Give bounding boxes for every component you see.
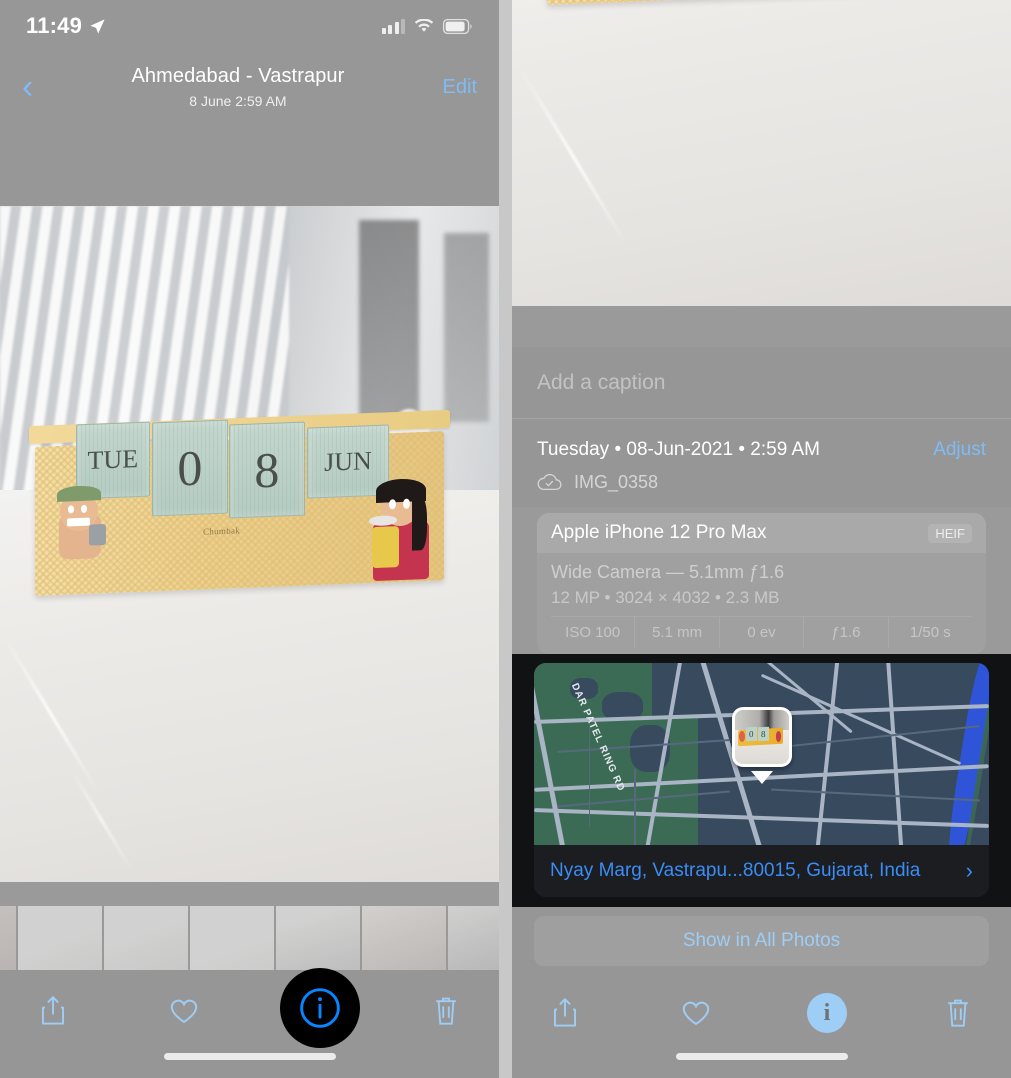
pin-frame: 0 8 (731, 706, 792, 767)
info-icon (300, 988, 340, 1028)
bottom-toolbar-left (0, 970, 499, 1078)
thumbnail-item[interactable] (0, 906, 16, 970)
thumbnail-item[interactable] (190, 906, 274, 970)
photo-thumbnail-strip[interactable] (0, 906, 499, 970)
share-button[interactable] (30, 988, 76, 1034)
back-button[interactable]: ‹ (22, 70, 33, 104)
photo-date: Tuesday • 08-Jun-2021 • 2:59 AM (537, 439, 820, 460)
page-subtitle: 8 June 2:59 AM (189, 93, 287, 109)
status-bar: 11:49 (0, 0, 499, 52)
exif-details: Wide Camera — 5.1mm ƒ1.6 12 MP • 3024 × … (537, 553, 986, 654)
exif-stats-row: ISO 100 5.1 mm 0 ev ƒ1.6 1/50 s (551, 616, 972, 648)
exif-stat-aperture: ƒ1.6 (803, 617, 887, 648)
calendar-tile-digit-2: 8 (229, 421, 305, 519)
heart-icon (170, 999, 198, 1024)
map-image[interactable]: DAR PATEL RING RD 0 8 (534, 663, 989, 845)
delete-button[interactable] (935, 990, 981, 1036)
trash-icon (948, 999, 968, 1027)
trash-icon (436, 997, 456, 1025)
map-minor-road (634, 768, 636, 845)
exif-stat-iso: ISO 100 (565, 624, 621, 641)
exif-size-line: 12 MP • 3024 × 4032 • 2.3 MB (551, 588, 780, 607)
photo-viewer-left[interactable]: TUE 0 8 JUN Chumbak (0, 206, 499, 882)
show-in-all-photos-button[interactable]: Show in All Photos (534, 916, 989, 966)
heart-icon (682, 1001, 710, 1026)
map-address-text: Nyay Marg, Vastrapu...80015, Gujarat, In… (550, 860, 921, 881)
share-button[interactable] (542, 990, 588, 1036)
map-photo-pin[interactable]: 0 8 (731, 706, 792, 784)
page-title: Ahmedabad - Vastrapur (131, 65, 345, 87)
comparison-screenshot: TUE 0 8 JUN Chumbak 11:49 ‹ Ahmedabad - … (0, 0, 1011, 1078)
photo-viewer-right[interactable]: 0 8 (512, 0, 1011, 306)
calendar-brand-text: Chumbak (202, 525, 240, 538)
info-icon: i (807, 993, 847, 1033)
show-all-photos-section: Show in All Photos (512, 907, 1011, 974)
status-time: 11:49 (26, 13, 83, 38)
navigation-bar: ‹ Ahmedabad - Vastrapur 8 June 2:59 AM E… (0, 52, 499, 122)
exif-device-row: Apple iPhone 12 Pro Max HEIF (537, 513, 986, 553)
calendar-tile-digit-1: 0 (151, 419, 228, 517)
cellular-signal-icon (381, 18, 405, 34)
thumbnail-item[interactable] (276, 906, 360, 970)
adjust-button[interactable]: Adjust (933, 439, 986, 461)
top-overlay-left: 11:49 ‹ Ahmedabad - Vastrapur 8 June 2:5… (0, 0, 499, 206)
chevron-right-icon: › (965, 858, 973, 883)
exif-card[interactable]: Apple iPhone 12 Pro Max HEIF Wide Camera… (537, 513, 986, 654)
wifi-icon (414, 18, 434, 32)
delete-button[interactable] (423, 988, 469, 1034)
status-clock: 11:49 (26, 13, 106, 39)
photo-filename: IMG_0358 (574, 472, 659, 492)
photo-info-sheet: Add a caption Tuesday • 08-Jun-2021 • 2:… (512, 347, 1011, 1078)
exif-lens-line: Wide Camera — 5.1mm ƒ1.6 (551, 562, 785, 582)
map-card[interactable]: DAR PATEL RING RD 0 8 Nyay Marg, Vastrap… (534, 663, 989, 897)
info-button-active[interactable]: i (804, 990, 850, 1036)
thumbnail-item[interactable] (362, 906, 446, 970)
exif-stat-ev: 0 ev (718, 617, 803, 648)
caption-input[interactable]: Add a caption (512, 347, 1011, 419)
right-phone-screen: 0 8 (512, 0, 1011, 1078)
status-indicators (381, 18, 474, 34)
location-arrow-icon (90, 18, 105, 34)
battery-icon (443, 18, 472, 34)
home-indicator[interactable] (163, 1053, 336, 1060)
thumbnail-item[interactable] (18, 906, 102, 970)
caption-placeholder: Add a caption (537, 370, 666, 394)
map-address-row[interactable]: Nyay Marg, Vastrapu...80015, Gujarat, In… (534, 845, 989, 897)
share-icon (41, 995, 65, 1025)
photo-dark-panel-2 (444, 233, 490, 423)
photo-desk-surface (512, 0, 1011, 306)
calendar-character-man (47, 483, 112, 580)
cloud-check-icon (537, 473, 562, 491)
exif-stat-focal: 5.1 mm (634, 617, 718, 648)
home-indicator[interactable] (675, 1053, 848, 1060)
thumbnail-item[interactable] (448, 906, 499, 970)
calendar-character-woman (366, 476, 436, 582)
desk-calendar: 0 8 (546, 0, 957, 6)
highlight-spotlight-info (280, 968, 360, 1048)
photo-metadata-block: Tuesday • 08-Jun-2021 • 2:59 AM Adjust I… (512, 419, 1011, 507)
pin-thumbnail: 0 8 (734, 709, 789, 764)
edit-button[interactable]: Edit (443, 76, 477, 99)
thumbnail-item[interactable] (104, 906, 188, 970)
exif-format-badge: HEIF (928, 523, 972, 543)
map-section: DAR PATEL RING RD 0 8 Nyay Marg, Vastrap… (512, 654, 1011, 907)
desk-calendar: TUE 0 8 JUN Chumbak (28, 409, 451, 596)
nav-title-block: Ahmedabad - Vastrapur 8 June 2:59 AM (33, 65, 442, 109)
exif-stat-shutter: 1/50 s (887, 617, 972, 648)
pin-pointer (750, 770, 773, 784)
exif-device-name: Apple iPhone 12 Pro Max (551, 522, 767, 543)
favorite-button[interactable] (673, 990, 719, 1036)
bottom-toolbar-right: i (512, 974, 1011, 1078)
left-phone-screen: TUE 0 8 JUN Chumbak 11:49 ‹ Ahmedabad - … (0, 0, 499, 1078)
favorite-button[interactable] (161, 988, 207, 1034)
share-icon (553, 997, 577, 1027)
